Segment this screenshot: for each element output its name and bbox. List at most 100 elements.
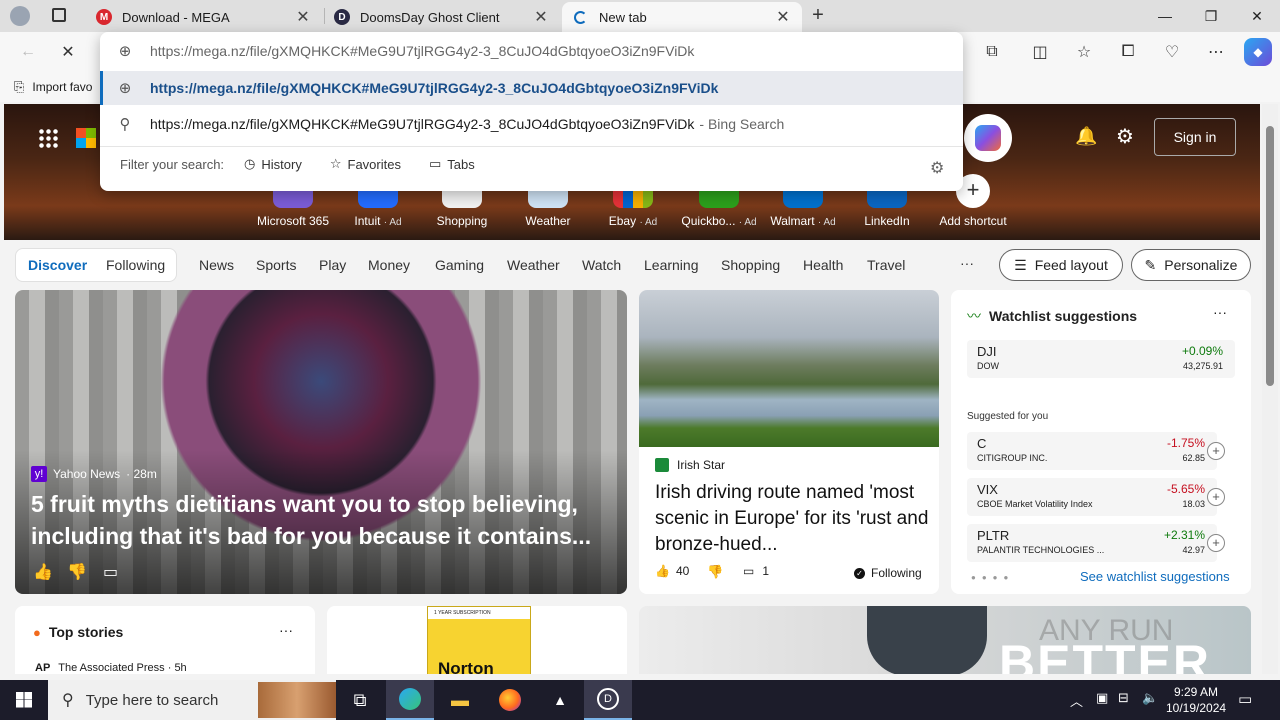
stock-row-c[interactable]: C CITIGROUP INC. -1.75% 62.85 — [967, 432, 1217, 470]
watchlist-more-icon[interactable]: ··· — [1213, 304, 1227, 320]
copilot-button[interactable] — [964, 114, 1012, 162]
notifications-bell-icon[interactable]: 🔔 — [1075, 126, 1097, 147]
tab-following[interactable]: Following — [106, 257, 165, 273]
browser-essentials-icon[interactable]: ♡ — [1158, 38, 1186, 66]
comment-button[interactable]: ▭ 1 — [743, 564, 769, 578]
game-taskbar-icon[interactable]: ▲ — [536, 680, 584, 720]
add-to-watchlist-button[interactable]: + — [1207, 534, 1225, 552]
split-screen-icon[interactable]: ◫ — [1026, 38, 1054, 66]
clock[interactable]: 9:29 AM 10/19/2024 — [1166, 684, 1226, 716]
see-watchlist-link[interactable]: See watchlist suggestions — [1080, 569, 1230, 584]
tab-actions-icon[interactable] — [52, 8, 66, 22]
story-source[interactable]: AP The Associated Press · 5h — [35, 662, 187, 674]
nav-more-icon[interactable]: ··· — [960, 255, 974, 271]
nav-learning[interactable]: Learning — [644, 257, 699, 273]
edge-taskbar-icon[interactable] — [386, 680, 434, 720]
import-favorites-link[interactable]: ⎘ Import favo — [14, 79, 92, 95]
file-explorer-icon[interactable]: ▬ — [436, 680, 484, 720]
tray-device-icon[interactable]: ▣ — [1096, 690, 1108, 706]
nav-travel[interactable]: Travel — [867, 257, 905, 273]
taskbar-search[interactable]: ⚲ Type here to search — [48, 680, 336, 720]
notification-center-icon[interactable]: ▭ — [1238, 690, 1252, 708]
network-icon[interactable]: ⊟ — [1118, 690, 1129, 706]
close-window-button[interactable]: ✕ — [1234, 0, 1280, 32]
dislike-icon[interactable]: 👎 — [67, 562, 87, 582]
tab-discover[interactable]: Discover — [28, 257, 87, 273]
stock-change: -1.75% — [1166, 436, 1205, 450]
copilot-icon[interactable]: ◆ — [1244, 38, 1272, 66]
filter-history[interactable]: ◷ History — [244, 156, 302, 172]
ad-small-text: 1 YEAR SUBSCRIPTION — [428, 607, 530, 619]
search-settings-gear-icon[interactable]: ⚙ — [930, 158, 944, 178]
suggestion-url-row[interactable]: ⊕ https://mega.nz/file/gXMQHKCK#MeG9U7tj… — [100, 71, 963, 105]
scrollbar-thumb[interactable] — [1266, 126, 1274, 386]
stock-row-vix[interactable]: VIX CBOE Market Volatility Index -5.65% … — [967, 478, 1217, 516]
filter-label: Filter your search: — [120, 156, 225, 172]
more-menu-icon[interactable]: ⋯ — [1202, 38, 1230, 66]
video-card[interactable]: BETTER ANY RUN — [639, 606, 1251, 674]
nav-health[interactable]: Health — [803, 257, 843, 273]
carousel-dots[interactable]: ●●●● — [971, 573, 1014, 582]
tab-mega[interactable]: M Download - MEGA ✕ — [86, 2, 322, 32]
page-scrollbar[interactable] — [1262, 104, 1278, 674]
globe-icon: ⊕ — [118, 43, 132, 60]
profile-icon[interactable] — [10, 6, 30, 26]
nav-news[interactable]: News — [199, 257, 234, 273]
article-headline[interactable]: 5 fruit myths dietitians want you to sto… — [31, 488, 611, 552]
address-input-row[interactable]: ⊕ https://mega.nz/file/gXMQHKCK#MeG9U7tj… — [100, 34, 963, 68]
main-article-card[interactable]: y! Yahoo News · 28m 5 fruit myths dietit… — [15, 290, 627, 594]
collections-icon[interactable]: ⧠ — [1114, 38, 1142, 66]
top-stories-more-icon[interactable]: ··· — [279, 622, 293, 638]
address-input[interactable]: https://mega.nz/file/gXMQHKCK#MeG9U7tjlR… — [150, 43, 694, 59]
add-to-watchlist-button[interactable]: + — [1207, 442, 1225, 460]
dislike-icon[interactable]: 👎 — [707, 564, 723, 580]
following-badge[interactable]: ✓ Following — [854, 566, 922, 580]
nav-play[interactable]: Play — [319, 257, 346, 273]
sign-in-button[interactable]: Sign in — [1154, 118, 1236, 156]
tab-doomsday[interactable]: D DoomsDay Ghost Client ✕ — [324, 2, 560, 32]
comment-icon[interactable]: ▭ — [103, 562, 118, 582]
close-icon[interactable]: ✕ — [294, 7, 312, 27]
filter-favorites[interactable]: ☆ Favorites — [330, 156, 401, 172]
filter-tabs[interactable]: ▭ Tabs — [429, 156, 475, 172]
nav-watch[interactable]: Watch — [582, 257, 621, 273]
back-icon[interactable]: ← — [14, 38, 42, 66]
like-icon[interactable]: 👍 — [33, 562, 53, 582]
article-headline[interactable]: Irish driving route named 'most scenic i… — [655, 480, 931, 558]
minimize-button[interactable]: — — [1142, 0, 1188, 32]
nav-shopping[interactable]: Shopping — [721, 257, 780, 273]
stock-symbol: PLTR — [977, 528, 1010, 543]
volume-icon[interactable]: 🔈 — [1142, 690, 1158, 706]
tab-new-tab[interactable]: New tab ✕ — [562, 2, 802, 32]
side-article-card[interactable]: Irish Star Irish driving route named 'mo… — [639, 290, 939, 594]
globe-icon: ⊕ — [118, 80, 132, 97]
close-icon[interactable]: ✕ — [774, 7, 792, 27]
personalize-button[interactable]: ✎ Personalize — [1131, 249, 1251, 281]
suggestion-search-row[interactable]: ⚲ https://mega.nz/file/gXMQHKCK#MeG9U7tj… — [100, 107, 963, 141]
ad-card[interactable]: 1 YEAR SUBSCRIPTION Norton — [327, 606, 627, 674]
favorites-star-icon[interactable]: ☆ — [1070, 38, 1098, 66]
stock-row-pltr[interactable]: PLTR PALANTIR TECHNOLOGIES ... +2.31% 42… — [967, 524, 1217, 562]
settings-gear-icon[interactable]: ⚙ — [1116, 124, 1134, 149]
start-button[interactable] — [0, 680, 48, 720]
nav-weather[interactable]: Weather — [507, 257, 560, 273]
close-icon[interactable]: ✕ — [532, 7, 550, 27]
personalize-label: Personalize — [1164, 257, 1238, 273]
firefox-icon[interactable] — [486, 680, 534, 720]
stop-icon[interactable]: ✕ — [54, 38, 82, 66]
app-launcher-icon[interactable] — [38, 128, 58, 148]
nav-money[interactable]: Money — [368, 257, 410, 273]
like-button[interactable]: 👍 40 — [655, 564, 689, 578]
doomsday-taskbar-icon[interactable]: D — [584, 680, 632, 720]
restore-button[interactable]: ❐ — [1188, 0, 1234, 32]
stock-row-dji[interactable]: DJI DOW +0.09% 43,275.91 — [967, 340, 1235, 378]
nav-gaming[interactable]: Gaming — [435, 257, 484, 273]
extensions-icon[interactable]: ⧉ — [978, 38, 1006, 66]
feed-layout-button[interactable]: ☰ Feed layout — [999, 249, 1123, 281]
tray-chevron-icon[interactable]: ︿ — [1070, 691, 1083, 710]
nav-sports[interactable]: Sports — [256, 257, 296, 273]
microsoft-logo-icon[interactable] — [76, 128, 96, 148]
add-to-watchlist-button[interactable]: + — [1207, 488, 1225, 506]
task-view-icon[interactable]: ⧉ — [336, 680, 384, 720]
new-tab-button[interactable]: + — [806, 4, 830, 28]
